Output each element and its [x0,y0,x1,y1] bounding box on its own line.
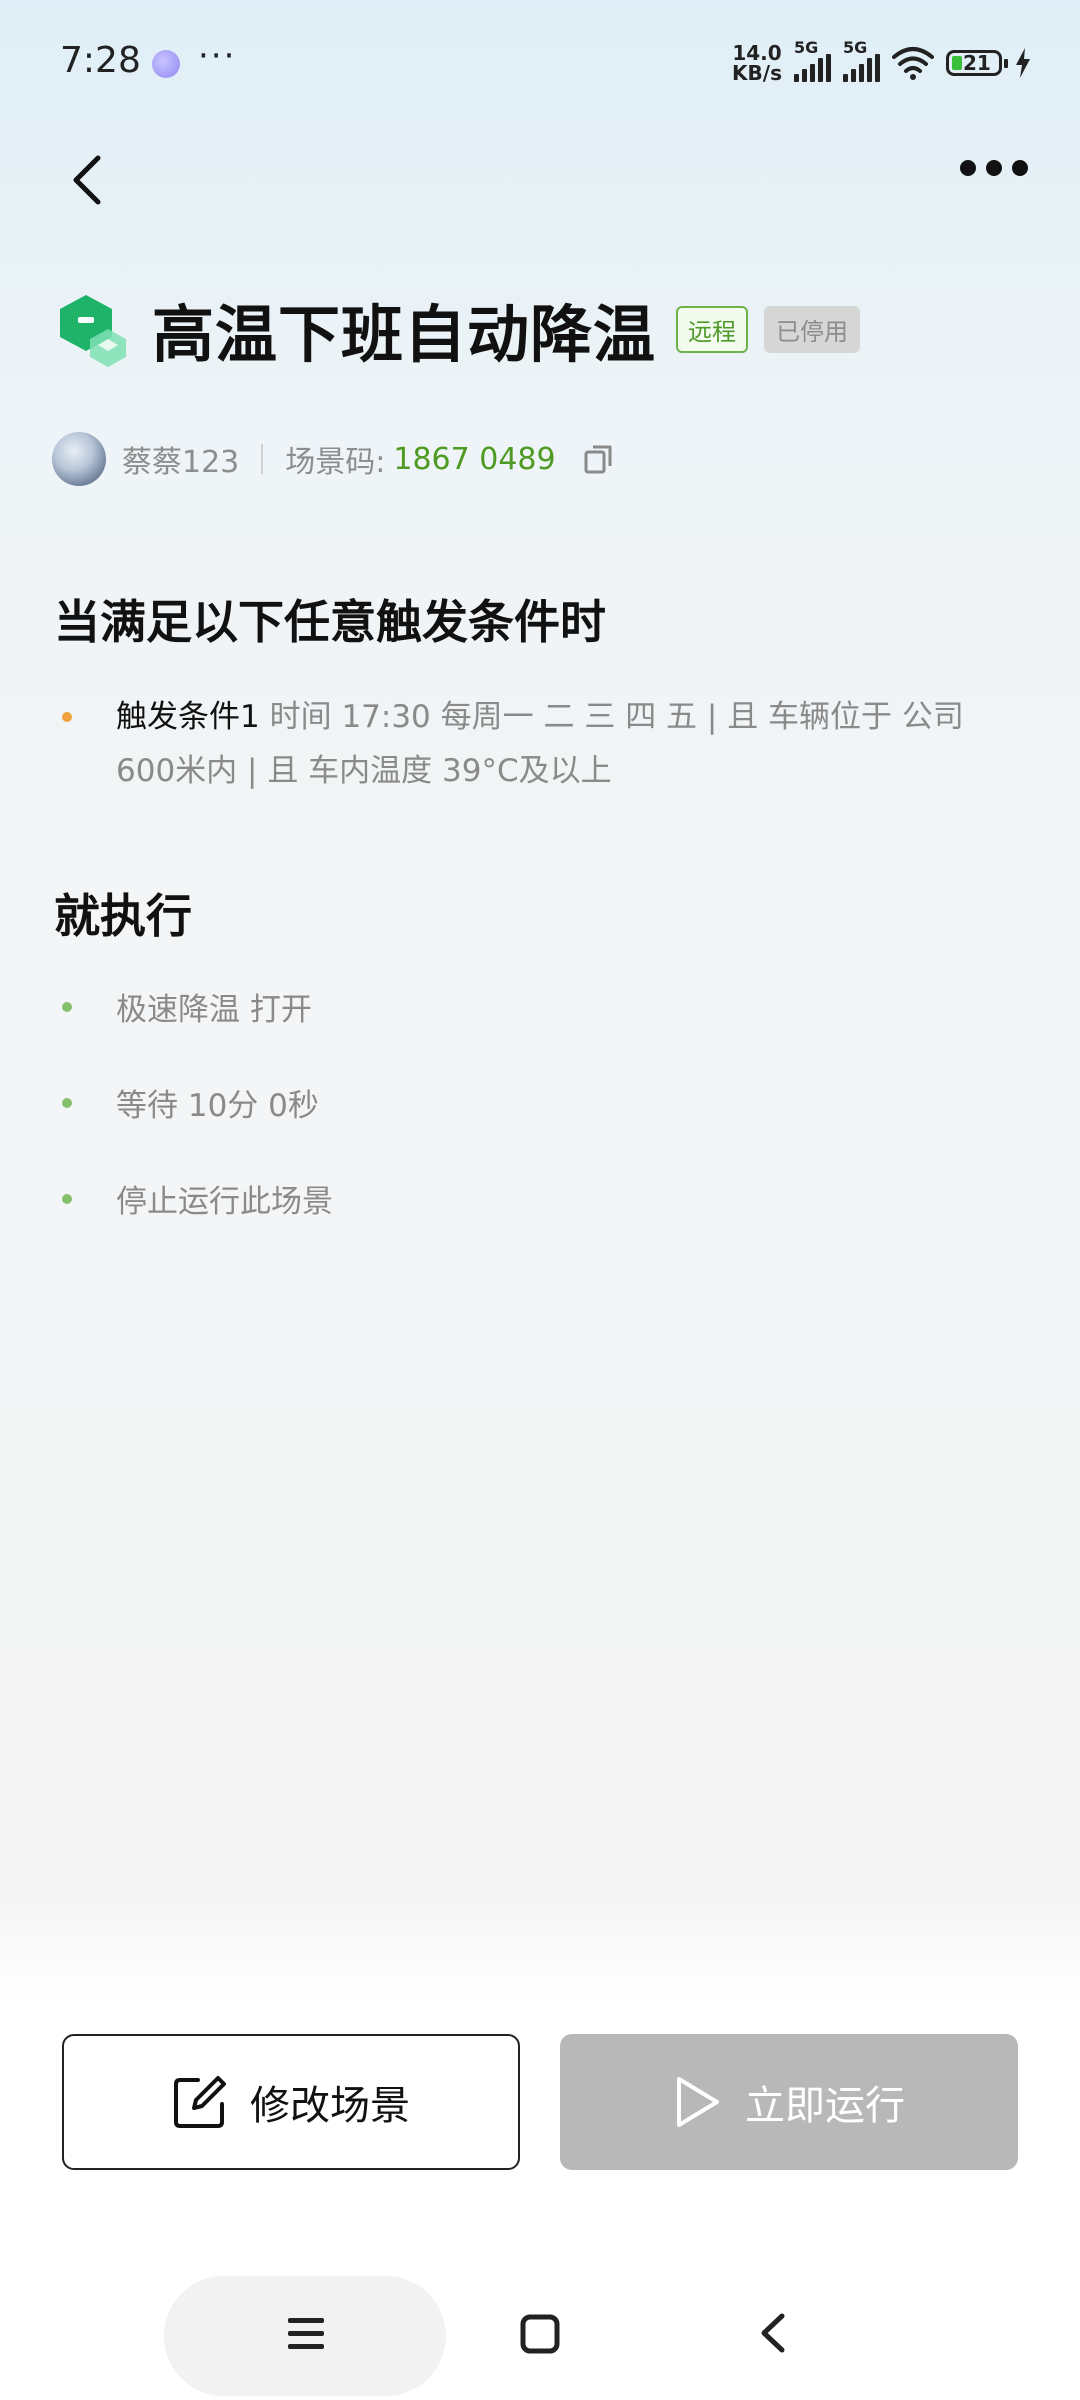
condition-label: 触发条件1 [116,699,260,735]
edit-scene-button[interactable]: 修改场景 [62,2034,520,2170]
condition-item: 触发条件1 时间 17:30 每周一 二 三 四 五 | 且 车辆位于 公司60… [62,690,992,798]
back-button[interactable] [60,150,120,210]
status-icons: 14.0 KB/s 5G 5G 21 [732,38,1032,88]
scene-code-label: 场景码: [285,445,386,480]
scene-title-row: 高温下班自动降温 远程 已停用 [56,284,861,374]
signal-5g-1-icon: 5G [794,38,831,82]
scene-code-value: 1867 0489 [393,441,556,477]
bullet-icon [62,1097,72,1108]
conditions-heading: 当满足以下任意触发条件时 [54,595,606,649]
owner-name: 蔡蔡123 [122,445,240,480]
run-now-button[interactable]: 立即运行 [560,2034,1018,2170]
edit-icon [174,2076,226,2128]
scene-cube-icon [60,295,126,367]
bullet-icon [62,712,72,722]
status-time: 7:28 [60,40,141,81]
action-item: 停止运行此场景 [62,1176,333,1221]
remote-tag: 远程 [676,305,749,353]
menu-icon[interactable] [284,2314,328,2354]
network-speed: 14.0 KB/s [732,41,782,85]
action-item: 等待 10分 0秒 [62,1080,319,1125]
more-options-button[interactable] [960,160,1028,176]
scene-meta-row: 蔡蔡123 场景码: 1867 0489 [52,432,616,486]
back-icon[interactable] [754,2310,794,2356]
charging-icon [1016,48,1030,78]
home-square-icon[interactable] [520,2314,560,2354]
wifi-icon [892,47,934,80]
signal-5g-2-icon: 5G [843,38,880,82]
notification-app-icon [152,50,180,78]
battery-icon: 21 [946,50,1008,76]
play-icon [677,2077,719,2127]
meta-divider [261,444,264,474]
bullet-icon [62,1193,72,1204]
bullet-icon [62,1001,72,1012]
more-notifications-icon: ··· [198,36,237,76]
action-item: 极速降温 打开 [62,984,312,1029]
avatar[interactable] [52,432,106,486]
scene-title: 高温下班自动降温 [152,298,657,371]
status-badge: 已停用 [764,305,861,353]
copy-icon[interactable] [582,442,616,476]
actions-heading: 就执行 [54,889,192,943]
